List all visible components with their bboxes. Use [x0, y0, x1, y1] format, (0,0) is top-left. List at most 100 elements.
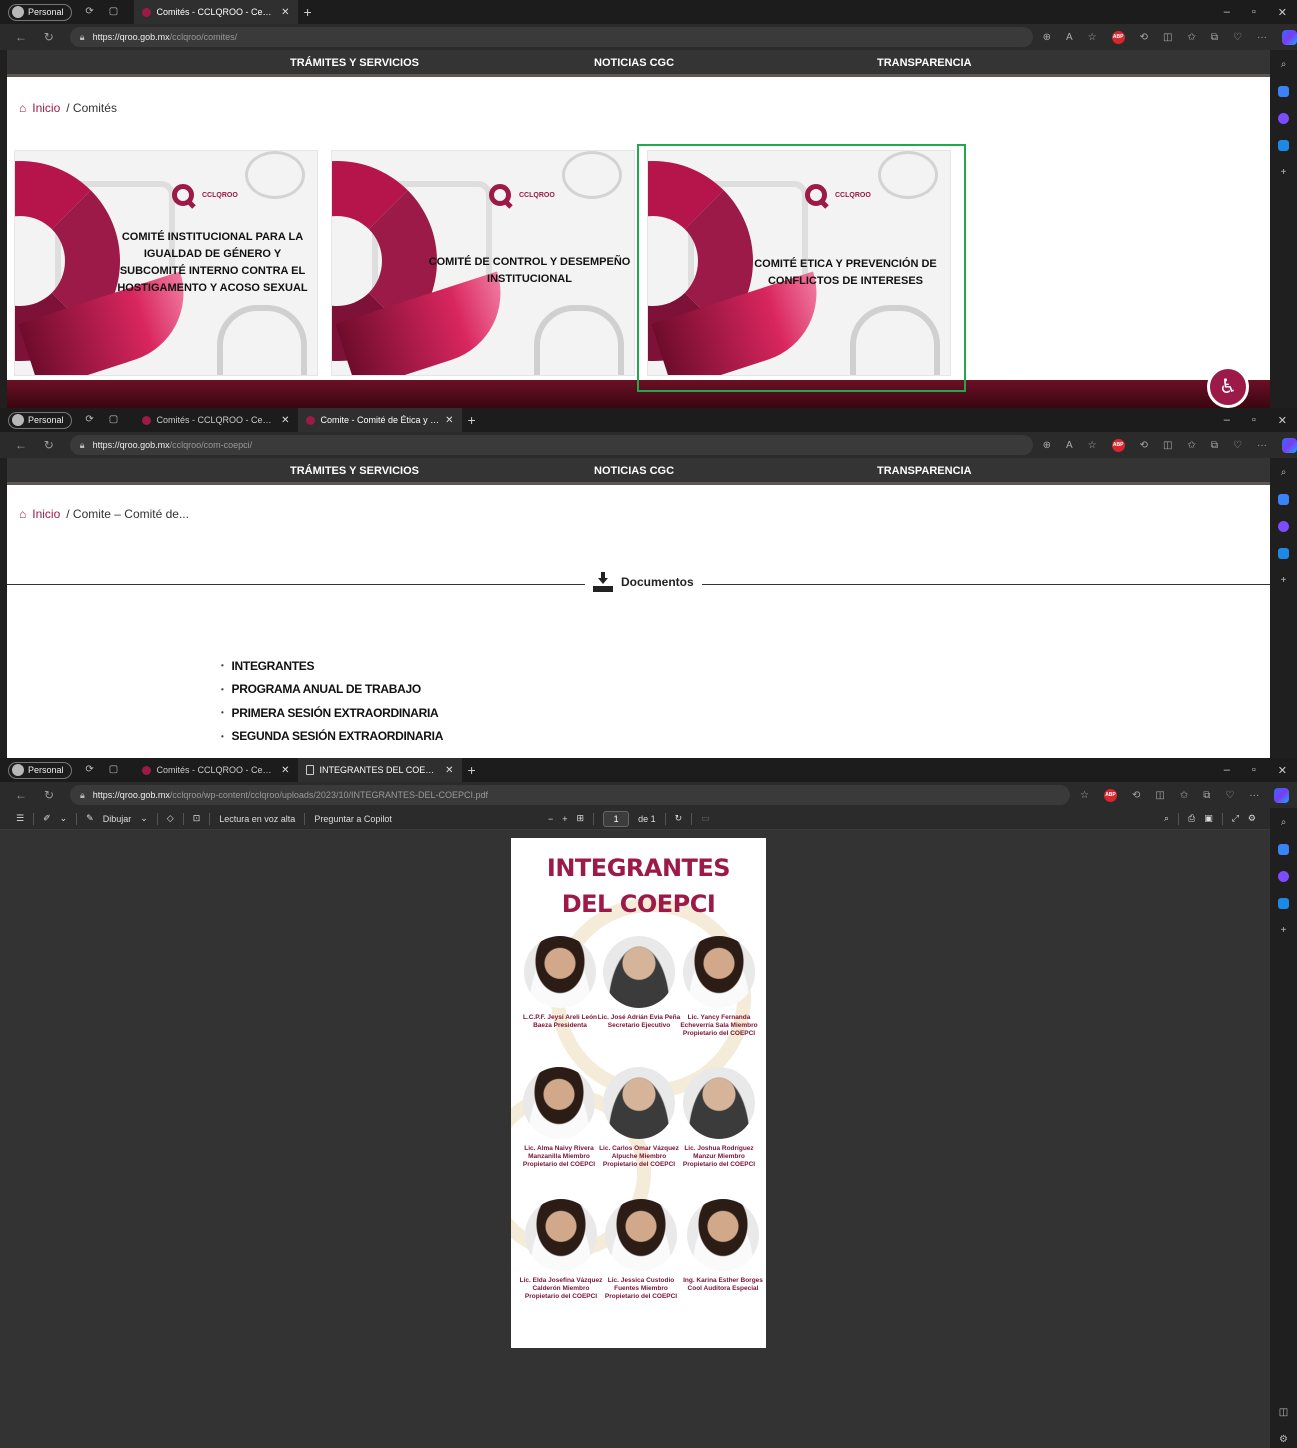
search-icon[interactable]: ⌕	[1164, 813, 1169, 824]
breadcrumb-home[interactable]: Inicio	[32, 101, 60, 115]
discover-icon[interactable]	[1278, 494, 1289, 505]
add-icon[interactable]: +	[1278, 925, 1289, 936]
tab-actions-icon[interactable]: ▢	[108, 6, 120, 18]
chevron-down-icon[interactable]: ⌄	[60, 813, 68, 824]
tab-comites[interactable]: Comités - CCLQROO - Centro de✕	[134, 408, 298, 432]
page-number-input[interactable]: 1	[603, 810, 630, 827]
doc-link-primera-sesion[interactable]: • PRIMERA SESIÓN EXTRAORDINARIA	[221, 701, 443, 725]
copilot-icon[interactable]	[1274, 787, 1290, 803]
draw-icon[interactable]: ✎	[86, 813, 94, 824]
tab-actions-icon[interactable]: ▢	[108, 414, 120, 426]
read-aloud-icon[interactable]: A	[1066, 440, 1073, 451]
outlook-icon[interactable]	[1278, 548, 1289, 559]
discover-icon[interactable]	[1278, 844, 1289, 855]
add-icon[interactable]: +	[1278, 575, 1289, 586]
collections-icon[interactable]: ⧉	[1203, 790, 1210, 801]
search-icon[interactable]: ⌕	[1278, 467, 1289, 478]
address-bar[interactable]: 🔒︎ https://qroo.gob.mx/cclqroo/com-coepci…	[69, 435, 1033, 455]
favorite-star-icon[interactable]: ☆	[1088, 440, 1097, 451]
more-icon[interactable]: ···	[1249, 790, 1259, 801]
close-tab-icon[interactable]: ✕	[281, 765, 289, 776]
tab-comites[interactable]: Comités - CCLQROO - Centro de✕	[133, 0, 298, 24]
copilot-sidebar-icon[interactable]	[1278, 113, 1289, 124]
fit-page-icon[interactable]: ⊞	[577, 813, 585, 824]
accessibility-icon[interactable]: ♿︎	[1207, 366, 1249, 408]
close-tab-icon[interactable]: ✕	[445, 765, 453, 776]
card-control-desempeno[interactable]: CCLQROO COMITÉ DE CONTROL Y DESEMPEÑO IN…	[331, 150, 635, 376]
new-tab-icon[interactable]: +	[468, 762, 476, 778]
zoom-icon[interactable]: ⊕	[1043, 32, 1051, 43]
save-icon[interactable]: ▣	[1204, 813, 1213, 824]
maximize-icon[interactable]: ▫	[1252, 764, 1256, 776]
nav-transparencia[interactable]: TRANSPARENCIA	[877, 465, 972, 477]
rotate-icon[interactable]: ↻	[675, 813, 683, 824]
copilot-sidebar-icon[interactable]	[1278, 871, 1289, 882]
adblock-icon[interactable]: ABP	[1103, 788, 1117, 802]
new-tab-icon[interactable]: +	[304, 4, 312, 20]
page-view-icon[interactable]: ▭	[701, 813, 710, 824]
minimize-icon[interactable]: –	[1224, 414, 1230, 426]
outlook-icon[interactable]	[1278, 140, 1289, 151]
new-tab-icon[interactable]: +	[468, 412, 476, 428]
collections-icon[interactable]: ⧉	[1211, 32, 1218, 43]
search-icon[interactable]: ⌕	[1278, 59, 1289, 70]
contents-icon[interactable]: ☰	[16, 813, 24, 824]
extension-icon[interactable]: ⟲	[1140, 440, 1148, 451]
profile-button[interactable]: Personal	[8, 761, 72, 779]
add-icon[interactable]: +	[1278, 167, 1289, 178]
zoom-out-icon[interactable]: −	[548, 814, 553, 824]
sidebar-toggle-icon[interactable]: ◫	[1278, 1407, 1289, 1418]
split-screen-icon[interactable]: ◫	[1155, 790, 1164, 801]
favorites-icon[interactable]: ✩	[1180, 790, 1188, 801]
draw-button[interactable]: Dibujar	[103, 814, 132, 824]
text-icon[interactable]: ⊡	[193, 813, 201, 824]
zoom-icon[interactable]: ⊕	[1043, 440, 1051, 451]
tab-comites[interactable]: Comités - CCLQROO - Centro de✕	[134, 758, 298, 782]
workspaces-icon[interactable]: ⟳	[84, 6, 96, 18]
close-tab-icon[interactable]: ✕	[281, 7, 289, 18]
maximize-icon[interactable]: ▫	[1252, 6, 1256, 18]
close-window-icon[interactable]: ✕	[1278, 764, 1287, 777]
eraser-icon[interactable]: ◇	[167, 813, 174, 824]
nav-noticias[interactable]: NOTICIAS CGC	[594, 57, 674, 69]
back-icon[interactable]: ←	[14, 30, 28, 44]
close-tab-icon[interactable]: ✕	[281, 415, 289, 426]
close-window-icon[interactable]: ✕	[1278, 6, 1287, 19]
split-screen-icon[interactable]: ◫	[1163, 32, 1172, 43]
copilot-icon[interactable]	[1281, 437, 1297, 453]
nav-noticias[interactable]: NOTICIAS CGC	[594, 465, 674, 477]
doc-link-segunda-sesion[interactable]: • SEGUNDA SESIÓN EXTRAORDINARIA	[221, 725, 443, 749]
favorite-star-icon[interactable]: ☆	[1080, 790, 1089, 801]
copilot-icon[interactable]	[1281, 29, 1297, 45]
extension-icon[interactable]: ⟲	[1140, 32, 1148, 43]
copilot-sidebar-icon[interactable]	[1278, 521, 1289, 532]
back-icon[interactable]: ←	[14, 438, 28, 452]
back-icon[interactable]: ←	[14, 788, 28, 802]
favorite-star-icon[interactable]: ☆	[1088, 32, 1097, 43]
collections-icon[interactable]: ⧉	[1211, 440, 1218, 451]
more-icon[interactable]: ···	[1257, 440, 1267, 451]
read-aloud-button[interactable]: Lectura en voz alta	[219, 814, 295, 824]
profile-button[interactable]: Personal	[8, 3, 72, 21]
settings-gear-icon[interactable]: ⚙	[1248, 813, 1256, 824]
outlook-icon[interactable]	[1278, 898, 1289, 909]
tab-comite-etica[interactable]: Comite - Comité de Ética y Prev ✕	[297, 408, 462, 432]
maximize-icon[interactable]: ▫	[1252, 414, 1256, 426]
home-icon[interactable]: ⌂	[19, 507, 26, 521]
performance-icon[interactable]: ♡	[1225, 790, 1234, 801]
close-tab-icon[interactable]: ✕	[445, 415, 453, 426]
workspaces-icon[interactable]: ⟳	[84, 764, 96, 776]
fullscreen-icon[interactable]: ⤢	[1232, 813, 1239, 824]
zoom-in-icon[interactable]: +	[562, 814, 567, 824]
minimize-icon[interactable]: –	[1224, 6, 1230, 18]
nav-tramites[interactable]: TRÁMITES Y SERVICIOS	[290, 57, 419, 69]
workspaces-icon[interactable]: ⟳	[84, 414, 96, 426]
search-icon[interactable]: ⌕	[1278, 817, 1289, 828]
adblock-icon[interactable]: ABP	[1111, 438, 1125, 452]
nav-transparencia[interactable]: TRANSPARENCIA	[877, 57, 972, 69]
favorites-icon[interactable]: ✩	[1187, 440, 1195, 451]
print-icon[interactable]: ⎙	[1188, 813, 1195, 824]
close-window-icon[interactable]: ✕	[1278, 414, 1287, 427]
discover-icon[interactable]	[1278, 86, 1289, 97]
home-icon[interactable]: ⌂	[19, 101, 26, 115]
